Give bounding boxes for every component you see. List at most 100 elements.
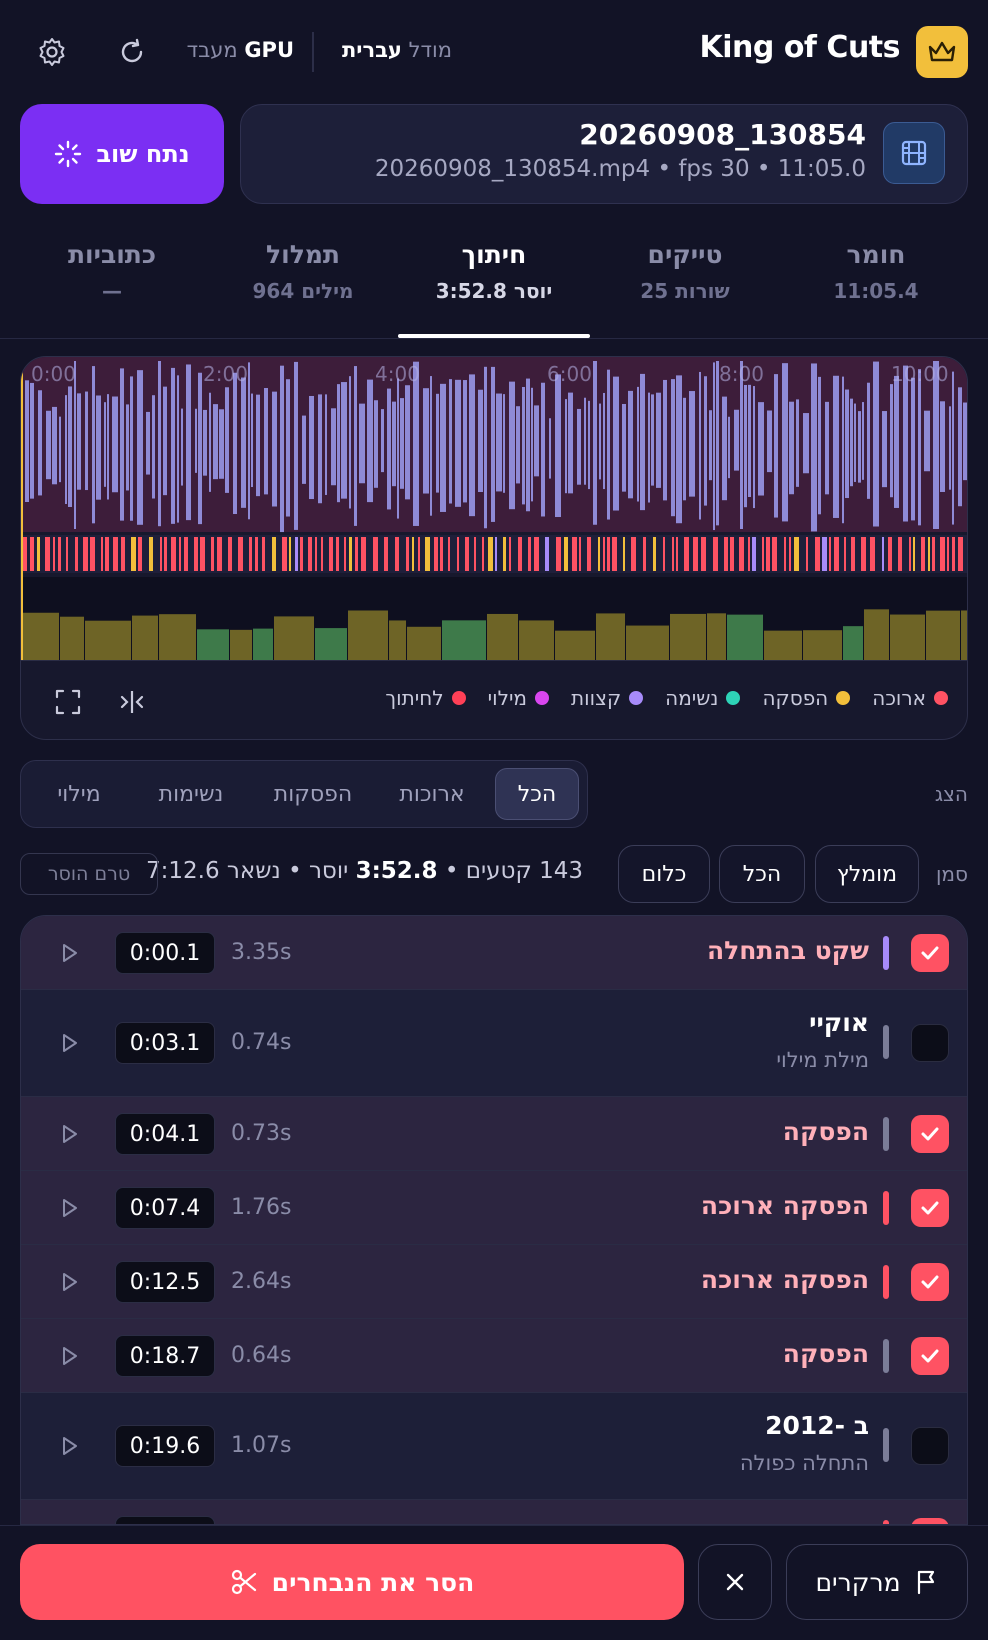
row-checkbox[interactable] bbox=[911, 1263, 949, 1301]
tab-sub: 25 שורות bbox=[640, 279, 730, 303]
row-timestamp[interactable] bbox=[115, 1516, 215, 1524]
waveform-bar bbox=[92, 366, 95, 524]
tab-label: תמלול bbox=[266, 240, 340, 269]
filter-filler[interactable]: מילוי bbox=[34, 768, 124, 820]
row-play-button[interactable] bbox=[57, 1343, 83, 1369]
waveform-bar bbox=[949, 406, 951, 490]
tab-transcript[interactable]: תמלול 964 מילים bbox=[213, 240, 393, 303]
app-logo bbox=[916, 26, 968, 78]
segment-row[interactable] bbox=[21, 1500, 967, 1524]
waveform-bar bbox=[713, 362, 715, 531]
segment-row[interactable]: הפסקה ארוכה 1.76s 0:07.4 bbox=[21, 1171, 967, 1245]
waveform-bar bbox=[845, 389, 849, 499]
cut-marker bbox=[329, 537, 333, 571]
timeline-graph[interactable]: 0:00 2:00 4:00 6:00 8:00 10:00 bbox=[21, 357, 968, 661]
filter-pauses[interactable]: הפסקות bbox=[258, 768, 368, 820]
legend-dot bbox=[451, 691, 466, 705]
select-recommended-button[interactable]: מומלץ bbox=[815, 845, 919, 903]
segment-row[interactable]: הפסקה 0.73s 0:04.1 bbox=[21, 1097, 967, 1171]
row-checkbox[interactable] bbox=[911, 934, 949, 972]
markers-button[interactable]: מרקרים bbox=[786, 1544, 968, 1620]
cut-marker bbox=[534, 537, 539, 571]
segment-row[interactable]: הפסקה 0.64s 0:18.7 bbox=[21, 1319, 967, 1393]
remove-selected-button[interactable]: הסר את הנבחרים bbox=[20, 1544, 684, 1620]
row-play-button[interactable] bbox=[57, 1269, 83, 1295]
select-all-button[interactable]: הכל bbox=[719, 845, 805, 903]
tab-takes[interactable]: טייקים 25 שורות bbox=[595, 240, 775, 303]
row-timestamp[interactable]: 0:03.1 bbox=[115, 1022, 215, 1064]
play-icon bbox=[63, 1199, 77, 1217]
waveform-bar bbox=[74, 361, 76, 529]
select-none-button[interactable]: כלום bbox=[618, 845, 710, 903]
waveform-bar bbox=[656, 392, 661, 488]
select-label: סמן bbox=[935, 862, 968, 886]
fullscreen-button[interactable] bbox=[50, 684, 86, 720]
tab-sub: 964 מילים bbox=[252, 279, 354, 303]
refresh-button[interactable] bbox=[110, 30, 154, 74]
waveform-bar bbox=[367, 379, 373, 503]
row-play-button[interactable] bbox=[57, 1030, 83, 1056]
take-block bbox=[407, 626, 441, 661]
row-duration: 1.76s bbox=[231, 1195, 292, 1220]
tab-sub: 3:52.8 יוסר bbox=[435, 279, 553, 303]
take-block bbox=[596, 613, 625, 661]
filter-all[interactable]: הכל bbox=[495, 768, 579, 820]
waveform-bar bbox=[126, 404, 129, 491]
waveform-bar bbox=[219, 409, 224, 479]
split-view-button[interactable] bbox=[114, 684, 150, 720]
tab-cut[interactable]: חיתוך 3:52.8 יוסר bbox=[404, 240, 584, 303]
filter-breaths[interactable]: נשימות bbox=[136, 768, 246, 820]
segment-row[interactable]: אוקיי מילת מילוי 0.74s 0:03.1 bbox=[21, 990, 967, 1097]
row-checkbox[interactable] bbox=[911, 1427, 949, 1465]
waveform-bar bbox=[213, 404, 218, 480]
segment-row[interactable]: הפסקה ארוכה 2.64s 0:12.5 bbox=[21, 1245, 967, 1319]
segment-row[interactable]: שקט בהתחלה 3.35s 0:00.1 bbox=[21, 916, 967, 990]
waveform-bar bbox=[341, 382, 347, 499]
row-checkbox[interactable] bbox=[911, 1189, 949, 1227]
row-checkbox[interactable] bbox=[911, 1024, 949, 1062]
waveform-bar bbox=[77, 393, 81, 490]
play-icon bbox=[63, 1034, 77, 1052]
waveform-bar bbox=[622, 403, 626, 492]
cut-marker bbox=[693, 537, 698, 571]
row-play-button[interactable] bbox=[57, 1433, 83, 1459]
row-checkbox[interactable] bbox=[911, 1518, 949, 1524]
cut-marker bbox=[794, 537, 799, 571]
row-timestamp[interactable]: 0:18.7 bbox=[115, 1335, 215, 1377]
tab-material[interactable]: חומר 11:05.4 bbox=[786, 240, 966, 303]
row-timestamp[interactable]: 0:12.5 bbox=[115, 1261, 215, 1303]
waveform-bar bbox=[496, 393, 502, 492]
markers-label: מרקרים bbox=[815, 1567, 901, 1597]
row-play-button[interactable] bbox=[57, 1195, 83, 1221]
row-play-button[interactable] bbox=[57, 1121, 83, 1147]
row-checkbox[interactable] bbox=[911, 1115, 949, 1153]
model-selector[interactable]: מודל עברית bbox=[342, 38, 452, 62]
settings-button[interactable] bbox=[30, 30, 74, 74]
row-timestamp[interactable]: 0:07.4 bbox=[115, 1187, 215, 1229]
row-timestamp[interactable]: 0:19.6 bbox=[115, 1425, 215, 1467]
cut-marker bbox=[105, 537, 109, 571]
active-tab-indicator bbox=[398, 334, 590, 338]
row-type-bar bbox=[883, 1117, 889, 1151]
cut-marker bbox=[528, 537, 531, 571]
waveform-bar bbox=[248, 362, 250, 520]
clear-selection-button[interactable] bbox=[698, 1544, 772, 1620]
playhead[interactable] bbox=[21, 357, 23, 661]
row-timestamp[interactable]: 0:04.1 bbox=[115, 1113, 215, 1155]
waveform-bar bbox=[405, 385, 410, 500]
cut-marker bbox=[572, 537, 577, 571]
segment-row[interactable]: ב -2012 התחלה כפולה 1.07s 0:19.6 bbox=[21, 1393, 967, 1500]
filter-long[interactable]: ארוכות bbox=[382, 768, 482, 820]
cut-marker bbox=[772, 537, 777, 571]
row-timestamp[interactable]: 0:00.1 bbox=[115, 932, 215, 974]
waveform-bar bbox=[104, 402, 106, 487]
cut-marker bbox=[457, 537, 459, 571]
row-play-button[interactable] bbox=[57, 940, 83, 966]
segment-list[interactable]: שקט בהתחלה 3.35s 0:00.1 אוקיי מילת מילוי… bbox=[20, 915, 968, 1525]
row-checkbox[interactable] bbox=[911, 1337, 949, 1375]
waveform-bar bbox=[890, 384, 893, 498]
timeline-panel[interactable]: 0:00 2:00 4:00 6:00 8:00 10:00 bbox=[20, 356, 968, 740]
processor-selector[interactable]: מעבד GPU bbox=[187, 38, 294, 62]
tab-subtitles[interactable]: כתוביות — bbox=[22, 240, 202, 303]
reanalyze-button[interactable]: נתח שוב bbox=[20, 104, 224, 204]
